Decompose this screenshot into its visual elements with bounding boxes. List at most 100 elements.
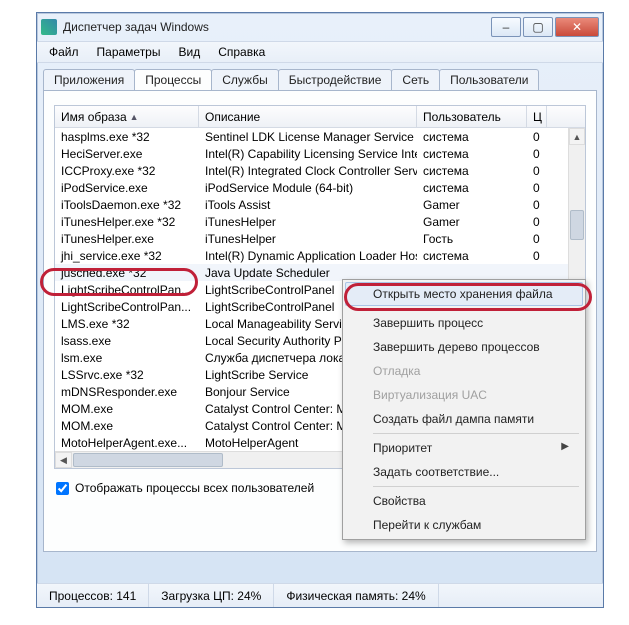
menu-end-process-tree[interactable]: Завершить дерево процессов [345,335,583,359]
window-title: Диспетчер задач Windows [63,20,491,34]
scroll-left-button[interactable]: ◀ [55,452,72,468]
tab-performance[interactable]: Быстродействие [278,69,393,90]
status-process-count: Процессов: 141 [37,584,149,607]
cell-name: MOM.exe [55,419,199,433]
table-row[interactable]: jhi_service.exe *32Intel(R) Dynamic Appl… [55,247,585,264]
cell-user: система [417,130,527,144]
maximize-button[interactable]: ▢ [523,17,553,37]
cell-name: hasplms.exe *32 [55,130,199,144]
table-row[interactable]: iPodService.exeiPodService Module (64-bi… [55,179,585,196]
show-all-users-label: Отображать процессы всех пользователей [75,481,314,495]
cell-name: jhi_service.exe *32 [55,249,199,263]
cell-description: Sentinel LDK License Manager Service [199,130,417,144]
cell-name: iToolsDaemon.exe *32 [55,198,199,212]
cell-cpu: 0 [527,198,547,212]
cell-cpu: 0 [527,215,547,229]
cell-name: jusched.exe *32 [55,266,199,280]
tab-users[interactable]: Пользователи [439,69,539,90]
menubar: Файл Параметры Вид Справка [37,41,603,63]
table-row[interactable]: ICCProxy.exe *32Intel(R) Integrated Cloc… [55,162,585,179]
menu-help[interactable]: Справка [210,43,273,61]
menu-set-affinity[interactable]: Задать соответствие... [345,460,583,484]
menu-end-process[interactable]: Завершить процесс [345,311,583,335]
show-all-users-checkbox[interactable] [56,482,69,495]
menu-options[interactable]: Параметры [89,43,169,61]
titlebar[interactable]: Диспетчер задач Windows – ▢ ✕ [37,13,603,41]
tab-network[interactable]: Сеть [391,69,440,90]
cell-cpu: 0 [527,130,547,144]
menu-separator [373,486,579,487]
cell-cpu: 0 [527,232,547,246]
cell-description: Intel(R) Capability Licensing Service In… [199,147,417,161]
column-user[interactable]: Пользователь [417,106,527,127]
tabstrip: Приложения Процессы Службы Быстродействи… [37,63,603,90]
show-all-users-row: Отображать процессы всех пользователей [56,481,314,495]
tab-applications[interactable]: Приложения [43,69,135,90]
table-row[interactable]: hasplms.exe *32Sentinel LDK License Mana… [55,128,585,145]
sort-ascending-icon: ▲ [130,112,139,122]
cell-cpu: 0 [527,249,547,263]
cell-name: mDNSResponder.exe [55,385,199,399]
cell-name: MOM.exe [55,402,199,416]
cell-name: LMS.exe *32 [55,317,199,331]
scroll-thumb[interactable] [570,210,584,240]
cell-description: iTunesHelper [199,232,417,246]
cell-user: Гость [417,232,527,246]
cell-description: Java Update Scheduler [199,266,417,280]
cell-user: система [417,181,527,195]
cell-name: MotoHelperAgent.exe... [55,436,199,450]
app-icon [41,19,57,35]
cell-user: система [417,249,527,263]
cell-description: iTunesHelper [199,215,417,229]
cell-description: iPodService Module (64-bit) [199,181,417,195]
menu-file[interactable]: Файл [41,43,87,61]
menu-open-file-location[interactable]: Открыть место хранения файла [345,282,583,306]
cell-user: система [417,147,527,161]
menu-uac-virtualization: Виртуализация UAC [345,383,583,407]
cell-user: Gamer [417,198,527,212]
cell-name: lsass.exe [55,334,199,348]
cell-name: LightScribeControlPan... [55,300,199,314]
hscroll-thumb[interactable] [73,453,223,467]
cell-cpu: 0 [527,164,547,178]
menu-create-dump[interactable]: Создать файл дампа памяти [345,407,583,431]
scroll-up-button[interactable]: ▲ [569,128,585,145]
menu-priority[interactable]: Приоритет▶ [345,436,583,460]
menu-separator [373,433,579,434]
status-cpu-usage: Загрузка ЦП: 24% [149,584,274,607]
cell-cpu: 0 [527,181,547,195]
close-button[interactable]: ✕ [555,17,599,37]
cell-name: LSSrvc.exe *32 [55,368,199,382]
tab-processes[interactable]: Процессы [134,69,212,90]
cell-name: lsm.exe [55,351,199,365]
cell-name: iTunesHelper.exe [55,232,199,246]
menu-properties[interactable]: Свойства [345,489,583,513]
status-memory-usage: Физическая память: 24% [274,584,438,607]
tab-services[interactable]: Службы [211,69,278,90]
cell-description: Intel(R) Integrated Clock Controller Ser… [199,164,417,178]
cell-description: Intel(R) Dynamic Application Loader Host… [199,249,417,263]
column-image-name[interactable]: Имя образа▲ [55,106,199,127]
column-description[interactable]: Описание [199,106,417,127]
process-context-menu: Открыть место хранения файла Завершить п… [342,279,586,540]
cell-name: HeciServer.exe [55,147,199,161]
cell-name: ICCProxy.exe *32 [55,164,199,178]
table-row[interactable]: iTunesHelper.exeiTunesHelperГость0 [55,230,585,247]
menu-view[interactable]: Вид [170,43,208,61]
cell-name: iTunesHelper.exe *32 [55,215,199,229]
table-row[interactable]: iToolsDaemon.exe *32iTools AssistGamer0 [55,196,585,213]
table-row[interactable]: iTunesHelper.exe *32iTunesHelperGamer0 [55,213,585,230]
menu-debug: Отладка [345,359,583,383]
list-header: Имя образа▲ Описание Пользователь Ц [55,106,585,128]
cell-name: iPodService.exe [55,181,199,195]
statusbar: Процессов: 141 Загрузка ЦП: 24% Физическ… [37,583,603,607]
table-row[interactable]: HeciServer.exeIntel(R) Capability Licens… [55,145,585,162]
menu-goto-services[interactable]: Перейти к службам [345,513,583,537]
menu-separator [373,308,579,309]
submenu-arrow-icon: ▶ [561,441,569,452]
minimize-button[interactable]: – [491,17,521,37]
cell-description: iTools Assist [199,198,417,212]
column-cpu[interactable]: Ц [527,106,547,127]
cell-user: система [417,164,527,178]
cell-name: LightScribeControlPan... [55,283,199,297]
